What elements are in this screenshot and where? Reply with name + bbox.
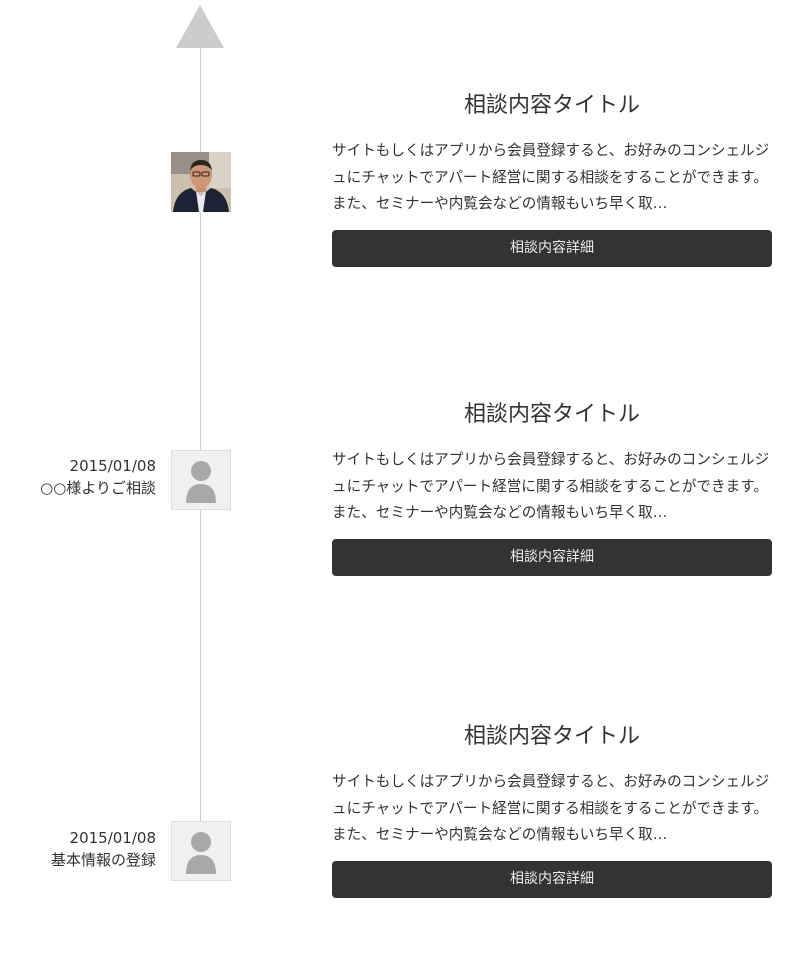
entry-date: 2015/01/08 — [69, 457, 156, 475]
user-placeholder-icon — [186, 832, 216, 874]
card-body: サイトもしくはアプリから会員登録すると、お好みのコンシェルジュにチャットでアパー… — [332, 451, 770, 521]
timeline-entry: 相談内容タイトル サイトもしくはアプリから会員登録すると、お好みのコンシェルジュ… — [0, 90, 800, 330]
timeline-up-arrow-icon — [176, 5, 224, 48]
consultation-detail-button[interactable]: 相談内容詳細 — [332, 230, 772, 267]
avatar-placeholder — [171, 450, 231, 510]
entry-meta: 2015/01/08 基本情報の登録 — [10, 827, 156, 871]
card-body: サイトもしくはアプリから会員登録すると、お好みのコンシェルジュにチャットでアパー… — [332, 773, 770, 843]
entry-event: 基本情報の登録 — [50, 851, 156, 869]
consultation-detail-button[interactable]: 相談内容詳細 — [332, 539, 772, 576]
avatar-placeholder — [171, 821, 231, 881]
consultation-detail-button[interactable]: 相談内容詳細 — [332, 861, 772, 898]
timeline-entry: 2015/01/08 基本情報の登録 相談内容タイトル サイトもしくはアプリから… — [0, 721, 800, 961]
card-body: サイトもしくはアプリから会員登録すると、お好みのコンシェルジュにチャットでアパー… — [332, 142, 770, 212]
card-title: 相談内容タイトル — [463, 402, 640, 427]
consultation-card: 相談内容タイトル サイトもしくはアプリから会員登録すると、お好みのコンシェルジュ… — [332, 721, 772, 898]
consultation-card: 相談内容タイトル サイトもしくはアプリから会員登録すると、お好みのコンシェルジュ… — [332, 399, 772, 576]
card-title: 相談内容タイトル — [463, 93, 640, 118]
entry-event: ○○様よりご相談 — [40, 479, 156, 497]
consultation-card: 相談内容タイトル サイトもしくはアプリから会員登録すると、お好みのコンシェルジュ… — [332, 90, 772, 267]
card-title: 相談内容タイトル — [463, 724, 640, 749]
timeline-entry: 2015/01/08 ○○様よりご相談 相談内容タイトル サイトもしくはアプリか… — [0, 399, 800, 639]
avatar-photo — [171, 152, 231, 212]
entry-date: 2015/01/08 — [69, 829, 156, 847]
entry-meta: 2015/01/08 ○○様よりご相談 — [10, 455, 156, 499]
user-placeholder-icon — [186, 461, 216, 503]
